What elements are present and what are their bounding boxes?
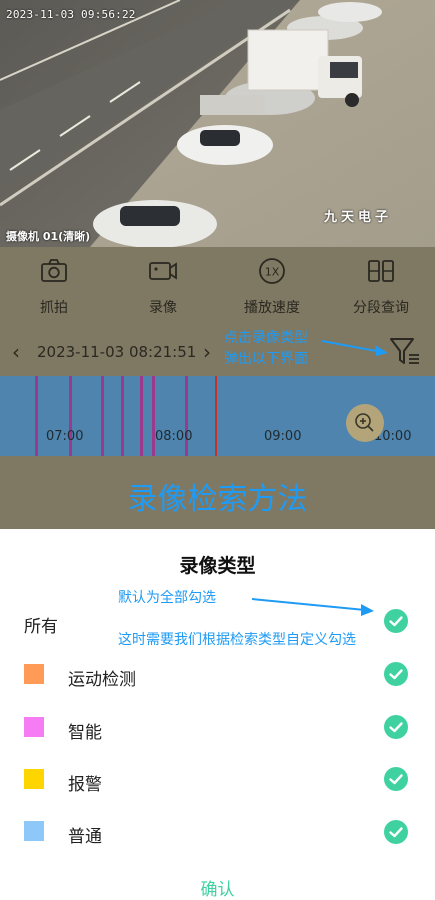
- filter-annotation-line2: 弹出以下界面: [224, 351, 308, 367]
- speed-1x-icon: 1X: [259, 258, 285, 284]
- camera-timestamp: 2023-11-03 09:56:22: [6, 8, 136, 21]
- type-motion-detection-checkbox[interactable]: [384, 662, 408, 686]
- confirm-button[interactable]: 确认: [0, 875, 435, 900]
- record-label: 录像: [149, 300, 177, 316]
- check-icon: [389, 774, 403, 785]
- video-camera-icon: [149, 262, 177, 280]
- zoom-button[interactable]: [346, 404, 384, 442]
- date-navigation-bar: ‹ 2023-11-03 08:21:51 ›: [0, 330, 435, 376]
- timeline-segment: [35, 376, 38, 456]
- timeline-segment: [152, 376, 155, 456]
- camera-brand-watermark: 九天电子: [324, 210, 393, 225]
- segment-query-button[interactable]: 分段查询: [327, 247, 435, 330]
- camera-icon: [41, 259, 67, 282]
- record-type-filter-icon[interactable]: [388, 334, 422, 368]
- playback-speed-button[interactable]: 1X 播放速度: [218, 247, 326, 330]
- snapshot-button[interactable]: 抓拍: [0, 247, 108, 330]
- timeline-label: 07:00: [46, 429, 84, 444]
- type-normal-label[interactable]: 普通: [68, 822, 102, 847]
- timeline-cursor: [215, 376, 217, 456]
- custom-annotation: 这时需要我们根据检索类型自定义勾选: [118, 632, 356, 648]
- record-button[interactable]: 录像: [109, 247, 217, 330]
- filter-annotation-line1: 点击录像类型: [224, 330, 308, 346]
- smart-swatch: [24, 717, 44, 737]
- timeline-segment: [140, 376, 143, 456]
- type-smart-label[interactable]: 智能: [68, 718, 102, 743]
- normal-swatch: [24, 821, 44, 841]
- record-type-sheet: [0, 529, 435, 898]
- playback-speed-label: 播放速度: [244, 300, 300, 316]
- type-all-checkbox[interactable]: [384, 609, 408, 633]
- camera-name-label: 摄像机 01(清晰): [6, 230, 91, 243]
- type-all-label[interactable]: 所有: [24, 612, 58, 637]
- timeline-segment: [69, 376, 72, 456]
- type-alarm-label[interactable]: 报警: [68, 770, 102, 795]
- previous-date-button[interactable]: ‹: [12, 340, 20, 364]
- zoom-in-icon: [355, 413, 374, 432]
- timeline-segment: [121, 376, 124, 456]
- check-icon: [389, 827, 403, 838]
- type-smart-checkbox[interactable]: [384, 715, 408, 739]
- segment-query-label: 分段查询: [353, 300, 409, 316]
- type-motion-detection-label[interactable]: 运动检测: [68, 665, 136, 690]
- check-icon: [389, 722, 403, 733]
- sheet-title: 录像类型: [179, 555, 256, 577]
- playback-toolbar: 抓拍 录像 1X 播放速度 分段查询: [0, 247, 435, 330]
- alarm-swatch: [24, 769, 44, 789]
- svg-text:1X: 1X: [265, 266, 280, 279]
- next-date-button[interactable]: ›: [203, 340, 211, 364]
- check-icon: [389, 669, 403, 680]
- filter-annotation: 点击录像类型 弹出以下界面: [224, 328, 308, 370]
- method-title: 录像检索方法: [127, 482, 308, 517]
- timeline-segment: [101, 376, 104, 456]
- type-alarm-checkbox[interactable]: [384, 767, 408, 791]
- check-icon: [389, 616, 403, 627]
- default-annotation: 默认为全部勾选: [118, 590, 216, 606]
- snapshot-label: 抓拍: [40, 300, 68, 316]
- type-normal-checkbox[interactable]: [384, 820, 408, 844]
- playback-datetime[interactable]: 2023-11-03 08:21:51: [37, 343, 196, 361]
- timeline-segment: [185, 376, 188, 456]
- camera-video-view[interactable]: 2023-11-03 09:56:22 九天电子 摄像机 01(清晰): [0, 0, 435, 247]
- timeline-label: 09:00: [264, 429, 302, 444]
- segment-icon: [368, 260, 394, 282]
- timeline-label: 08:00: [155, 429, 193, 444]
- motion-detection-swatch: [24, 664, 44, 684]
